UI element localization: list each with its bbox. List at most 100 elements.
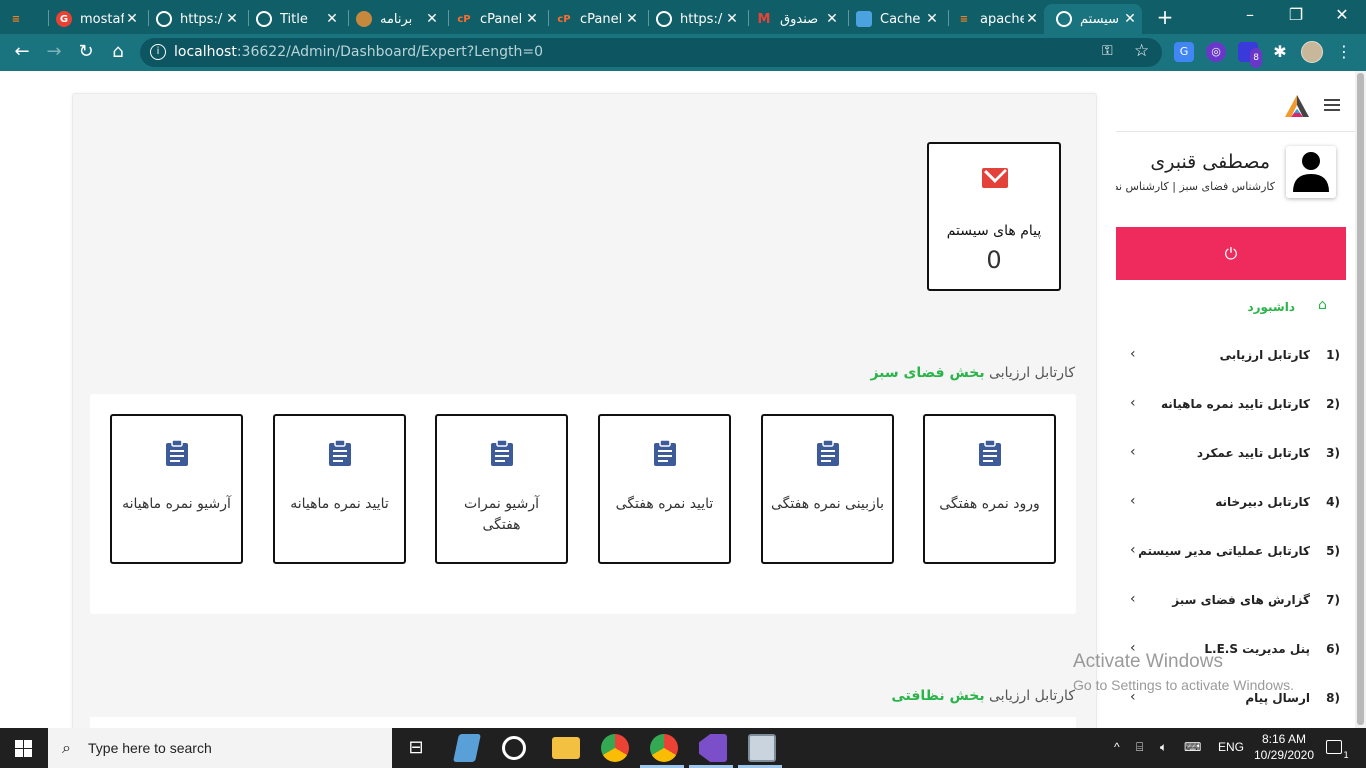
taskbar-search[interactable]: ⌕ Type here to search bbox=[48, 728, 392, 768]
back-button[interactable]: ← bbox=[10, 40, 34, 64]
close-tab-icon[interactable]: ✕ bbox=[324, 11, 340, 27]
sidebar-item-secretariat[interactable]: 4) کارتابل دبیرخانه ‹ bbox=[1116, 491, 1346, 515]
media-app-icon[interactable] bbox=[502, 736, 526, 760]
bookmark-star-icon[interactable]: ☆ bbox=[1134, 41, 1149, 61]
network-icon[interactable]: ⌸ bbox=[1136, 740, 1143, 755]
browser-tab[interactable]: https:/ ✕ bbox=[656, 4, 744, 34]
close-tab-icon[interactable]: ✕ bbox=[1024, 11, 1040, 27]
browser-tab[interactable]: ≡ bbox=[8, 4, 48, 34]
stackoverflow-icon: ≡ bbox=[11, 13, 21, 25]
chevron-left-icon: ‹ bbox=[1130, 542, 1136, 558]
close-tab-icon[interactable]: ✕ bbox=[424, 11, 440, 27]
user-icon bbox=[1293, 152, 1329, 192]
browser-tab[interactable]: G mostaf ✕ bbox=[56, 4, 144, 34]
browser-tab[interactable]: Title ✕ bbox=[256, 4, 344, 34]
restore-button[interactable]: ❐ bbox=[1273, 0, 1319, 30]
browser-tab[interactable]: cP cPanel ✕ bbox=[456, 4, 544, 34]
tile-weekly-score-entry[interactable]: ورود نمره هفتگی bbox=[923, 414, 1056, 564]
stackoverflow-icon: ≡ bbox=[959, 13, 969, 25]
sidebar-item-green-reports[interactable]: 7) گزارش های فضای سبز ‹ bbox=[1116, 589, 1346, 613]
scrollbar-thumb[interactable] bbox=[1357, 73, 1364, 725]
reload-button[interactable]: ↻ bbox=[74, 40, 98, 64]
clipboard-icon bbox=[979, 440, 1001, 466]
close-tab-icon[interactable]: ✕ bbox=[624, 11, 640, 27]
close-window-button[interactable]: ✕ bbox=[1319, 0, 1365, 30]
browser-tab-active[interactable]: سیستم ✕ bbox=[1044, 4, 1142, 34]
user-role: کارشناس فضای سبز | کارشناس نظافت bbox=[1116, 180, 1275, 193]
taskbar-clock[interactable]: 8:16 AM 10/29/2020 bbox=[1252, 731, 1316, 763]
menu-icon[interactable]: ⋮ bbox=[1336, 42, 1352, 61]
visual-studio-icon[interactable] bbox=[699, 734, 727, 762]
system-messages-card[interactable]: پیام های سیستم 0 bbox=[927, 142, 1061, 291]
notification-icon[interactable]: 1 bbox=[1326, 740, 1349, 761]
sidebar-item-performance-approval[interactable]: 3) کارتابل تایید عمکرد ‹ bbox=[1116, 442, 1346, 466]
hamburger-menu-icon[interactable] bbox=[1324, 99, 1340, 111]
power-icon: ⏻ bbox=[1224, 244, 1238, 263]
vertical-scrollbar[interactable] bbox=[1355, 71, 1366, 728]
chrome-active-icon[interactable] bbox=[650, 734, 678, 762]
dashboard-link[interactable]: داشبورد bbox=[1247, 300, 1295, 314]
tile-monthly-score-archive[interactable]: آرشیو نمره ماهیانه bbox=[110, 414, 243, 564]
profile-avatar[interactable] bbox=[1301, 41, 1323, 63]
close-tab-icon[interactable]: ✕ bbox=[124, 11, 140, 27]
activation-watermark-title: Activate Windows bbox=[1073, 651, 1223, 672]
tile-weekly-score-archive[interactable]: آرشیو نمرات هفتگی bbox=[435, 414, 568, 564]
tile-monthly-score-approve[interactable]: تایید نمره ماهیانه bbox=[273, 414, 406, 564]
browser-tab[interactable]: M صندوق ✕ bbox=[756, 4, 844, 34]
chevron-left-icon: ‹ bbox=[1130, 395, 1136, 411]
sidebar-item-system-admin[interactable]: 5) کارتابل عملیاتی مدیر سیستم ‹ bbox=[1116, 540, 1346, 564]
system-messages-count: 0 bbox=[986, 246, 1002, 274]
close-tab-icon[interactable]: ✕ bbox=[524, 11, 540, 27]
language-indicator[interactable]: ENG bbox=[1218, 740, 1244, 754]
tile-panel: ورود نمره هفتگی بازبینی نمره هفتگی تایید… bbox=[90, 394, 1076, 614]
info-icon[interactable]: i bbox=[150, 44, 166, 60]
close-tab-icon[interactable]: ✕ bbox=[924, 11, 940, 27]
browser-tab[interactable]: Cache ✕ bbox=[856, 4, 944, 34]
user-name: مصطفی قنبری bbox=[1150, 151, 1270, 173]
volume-icon[interactable]: 🔈︎ bbox=[1160, 740, 1167, 755]
clipboard-icon bbox=[817, 440, 839, 466]
search-icon: ⌕ bbox=[62, 738, 71, 757]
system-monitor-icon[interactable] bbox=[748, 734, 776, 762]
chevron-up-icon[interactable]: ^ bbox=[1114, 740, 1120, 754]
translate-extension-icon[interactable]: G bbox=[1174, 42, 1194, 62]
sidebar-item-monthly-approval[interactable]: 2) کارتابل تایید نمره ماهیانه ‹ bbox=[1116, 393, 1346, 417]
extension-badge-icon[interactable]: 8 bbox=[1238, 42, 1262, 68]
key-icon[interactable]: ⚿ bbox=[1102, 43, 1113, 59]
close-tab-icon[interactable]: ✕ bbox=[1122, 11, 1138, 27]
home-button[interactable]: ⌂ bbox=[106, 40, 130, 64]
clipboard-icon bbox=[166, 440, 188, 466]
browser-tab[interactable]: ≡ apache ✕ bbox=[956, 4, 1044, 34]
browser-tab[interactable]: cP cPanel ✕ bbox=[556, 4, 644, 34]
chevron-left-icon: ‹ bbox=[1130, 346, 1136, 362]
system-messages-label: پیام های سیستم bbox=[946, 223, 1042, 239]
task-view-icon[interactable]: ⊟ bbox=[402, 734, 430, 762]
sidebar-item-evaluation[interactable]: 1) کارتابل ارزیابی ‹ bbox=[1116, 344, 1346, 368]
divider bbox=[1116, 131, 1355, 132]
minimize-button[interactable]: – bbox=[1227, 0, 1273, 30]
user-avatar bbox=[1286, 146, 1336, 198]
close-tab-icon[interactable]: ✕ bbox=[824, 11, 840, 27]
clipboard-icon bbox=[654, 440, 676, 466]
windows-start-icon[interactable] bbox=[15, 740, 32, 757]
browser-tab[interactable]: برنامه ✕ bbox=[356, 4, 444, 34]
close-tab-icon[interactable]: ✕ bbox=[224, 11, 240, 27]
clipboard-icon bbox=[491, 440, 513, 466]
forward-button[interactable]: → bbox=[42, 40, 66, 64]
close-tab-icon[interactable]: ✕ bbox=[724, 11, 740, 27]
tile-panel-cleaning bbox=[90, 717, 1076, 728]
chrome-icon[interactable] bbox=[601, 734, 629, 762]
app-icon[interactable] bbox=[453, 734, 481, 762]
address-bar[interactable]: i localhost:36622/Admin/Dashboard/Expert… bbox=[140, 38, 1162, 67]
file-explorer-icon[interactable] bbox=[552, 737, 580, 759]
envelope-icon bbox=[982, 168, 1008, 188]
puzzle-icon[interactable]: ✱ bbox=[1270, 42, 1290, 62]
tile-weekly-score-approve[interactable]: تایید نمره هفتگی bbox=[598, 414, 731, 564]
browser-tab[interactable]: https:/ ✕ bbox=[156, 4, 244, 34]
new-tab-button[interactable]: + bbox=[1154, 6, 1176, 28]
keyboard-icon[interactable]: ⌨ bbox=[1184, 740, 1201, 754]
extension-icon[interactable]: ◎ bbox=[1206, 42, 1226, 62]
address-url[interactable]: localhost:36622/Admin/Dashboard/Expert?L… bbox=[174, 44, 543, 60]
logout-button[interactable]: ⏻ bbox=[1116, 227, 1346, 280]
tile-weekly-score-review[interactable]: بازبینی نمره هفتگی bbox=[761, 414, 894, 564]
